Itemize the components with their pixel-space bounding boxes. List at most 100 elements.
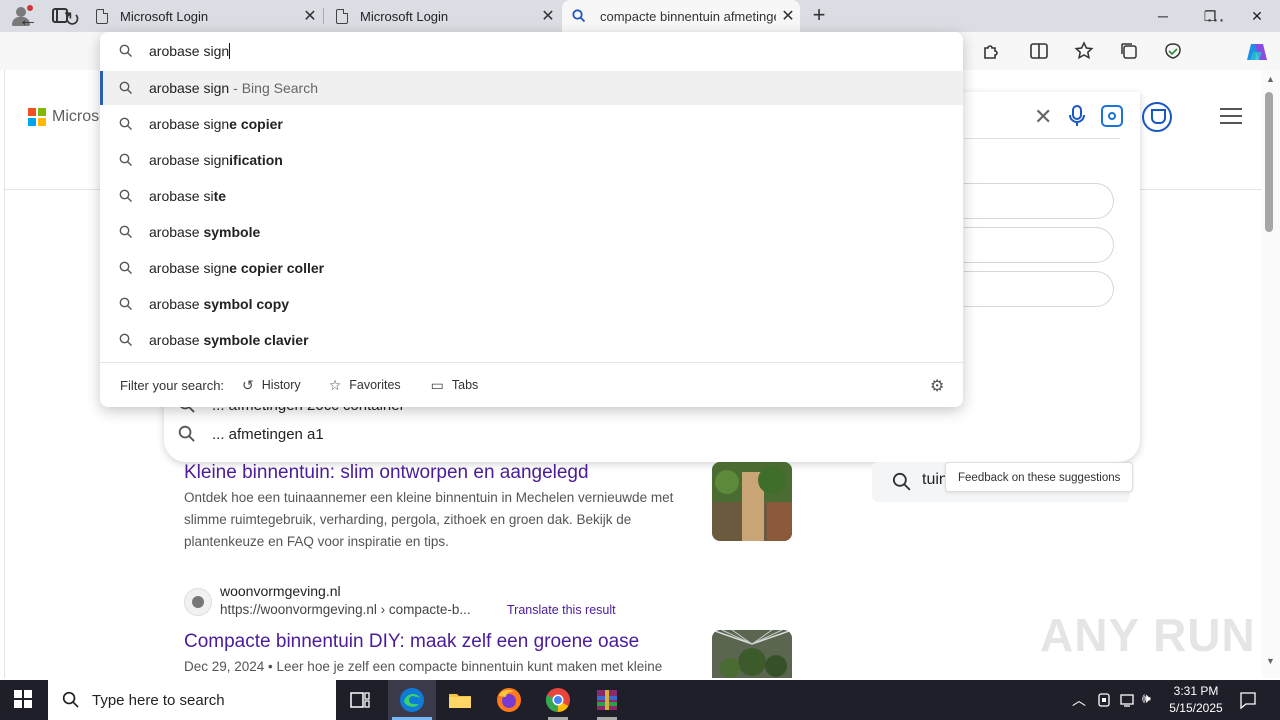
suggestion-item[interactable]: arobase si te xyxy=(100,179,963,213)
rewards-icon[interactable] xyxy=(1142,102,1172,132)
suggestion-pill[interactable] xyxy=(964,227,1114,263)
tab-compacte-binnentuin[interactable]: compacte binnentuin afmetingen ✕ xyxy=(562,0,800,32)
refresh-button[interactable]: ↻ xyxy=(59,7,85,33)
filter-label: Filter your search: xyxy=(120,377,225,393)
text-caret xyxy=(229,43,231,59)
suggestion-completion: symbole xyxy=(203,224,261,240)
extensions-icon[interactable] xyxy=(980,40,1002,62)
suggestion-prefix: arobase sign xyxy=(149,80,230,96)
suggestion-completion: symbol copy xyxy=(203,296,290,312)
collections-icon[interactable] xyxy=(1118,40,1140,62)
suggestion-completion: e copier xyxy=(229,116,283,132)
tab-title: compacte binnentuin afmetingen xyxy=(600,8,776,24)
suggestion-prefix: arobase si xyxy=(149,188,214,204)
suggestion-pill[interactable] xyxy=(964,183,1114,219)
new-tab-button[interactable]: + xyxy=(808,4,830,28)
result-title-link[interactable]: Kleine binnentuin: slim ontworpen en aan… xyxy=(184,462,589,484)
scroll-up-arrow[interactable]: ▲ xyxy=(1266,74,1275,84)
microsoft-logo-icon xyxy=(28,108,46,126)
network-icon[interactable] xyxy=(1119,692,1137,708)
result-title-link[interactable]: Compacte binnentuin DIY: maak zelf een g… xyxy=(184,631,639,653)
tab-title: Microsoft Login xyxy=(360,8,449,24)
volume-icon[interactable]: 🕪 xyxy=(1142,690,1151,707)
close-icon[interactable]: ✕ xyxy=(298,6,322,26)
device-icon[interactable] xyxy=(1096,692,1112,708)
address-bar-suggestions: arobase sign arobase sign - Bing Search a… xyxy=(100,32,963,407)
search-icon xyxy=(892,472,911,491)
search-icon xyxy=(119,117,132,130)
result-snippet: Ontdek hoe een tuinaannemer een kleine b… xyxy=(184,490,674,549)
page-icon xyxy=(96,8,108,24)
filter-history-button[interactable]: ↺ History xyxy=(242,377,301,394)
firefox-icon[interactable] xyxy=(495,686,523,714)
result-url[interactable]: https://woonvormgeving.nl › compacte-b..… xyxy=(220,602,471,617)
search-icon xyxy=(119,225,132,238)
result-thumbnail[interactable] xyxy=(712,630,792,678)
taskbar-search-box[interactable]: Type here to search xyxy=(48,680,336,720)
hamburger-menu-icon[interactable] xyxy=(1220,108,1242,124)
address-bar-input[interactable]: arobase sign xyxy=(100,32,963,70)
page-icon xyxy=(336,8,348,24)
suggestion-item[interactable]: arobase symbole clavier xyxy=(100,323,963,357)
more-options-icon[interactable]: ⋯ xyxy=(1203,7,1229,33)
clear-search-icon[interactable]: ✕ xyxy=(1034,104,1052,130)
globe-icon xyxy=(184,588,212,616)
close-icon[interactable]: ✕ xyxy=(536,6,560,26)
suggestion-pill[interactable] xyxy=(964,271,1114,307)
filter-favorites-button[interactable]: ☆ Favorites xyxy=(329,377,401,394)
search-icon xyxy=(119,297,132,310)
result-thumbnail[interactable] xyxy=(712,462,792,541)
search-icon xyxy=(119,189,132,202)
microphone-icon[interactable] xyxy=(1068,104,1086,128)
star-icon: ☆ xyxy=(328,376,342,393)
suggestion-item[interactable]: arobase sign e copier coller xyxy=(100,251,963,285)
suggestion-prefix: arobase sign xyxy=(149,260,230,276)
back-button[interactable]: ← xyxy=(15,7,41,33)
typed-query: arobase sign xyxy=(149,43,230,59)
visual-search-icon[interactable] xyxy=(1101,105,1123,127)
scroll-down-arrow[interactable]: ▼ xyxy=(1266,656,1275,666)
chrome-icon[interactable] xyxy=(544,686,572,714)
close-window-button[interactable]: ✕ xyxy=(1234,0,1280,32)
search-icon xyxy=(572,9,586,23)
minimize-button[interactable]: ─ xyxy=(1140,0,1186,32)
filter-bar: Filter your search: ↺ History ☆ Favorite… xyxy=(120,375,950,395)
tab-microsoft-login-1[interactable]: Microsoft Login ✕ xyxy=(86,0,322,32)
windows-start-icon[interactable] xyxy=(14,690,32,708)
copilot-icon[interactable] xyxy=(1244,39,1270,65)
result-site-name: woonvormgeving.nl xyxy=(220,583,341,599)
suggestion-completion: ification xyxy=(229,152,283,168)
search-icon xyxy=(119,153,132,166)
tab-title: Microsoft Login xyxy=(120,8,209,24)
file-explorer-icon[interactable] xyxy=(446,686,474,714)
suggestion-item[interactable]: arobase sign - Bing Search xyxy=(100,71,963,105)
system-clock[interactable]: 3:31 PM 5/15/2025 xyxy=(1166,683,1226,717)
filter-tabs-button[interactable]: ▭ Tabs xyxy=(431,377,479,394)
scrollbar-thumb[interactable] xyxy=(1265,92,1273,232)
suggestion-prefix: arobase xyxy=(149,224,204,240)
suggestion-completion: te xyxy=(213,188,227,204)
tab-microsoft-login-2[interactable]: Microsoft Login ✕ xyxy=(326,0,560,32)
settings-gear-icon[interactable]: ⚙ xyxy=(930,376,944,396)
notifications-icon[interactable] xyxy=(1238,690,1258,710)
browser-essentials-icon[interactable] xyxy=(1162,40,1184,62)
suggestion-item[interactable]: arobase symbol copy xyxy=(100,287,963,321)
edge-icon[interactable] xyxy=(398,686,426,714)
winrar-icon[interactable] xyxy=(593,686,621,714)
close-icon[interactable]: ✕ xyxy=(776,6,800,26)
suggestion-prefix: arobase xyxy=(149,332,204,348)
bing-suggestion-row[interactable]: ... afmetingen a1 xyxy=(178,425,324,443)
suggestion-prefix: arobase sign xyxy=(149,116,230,132)
suggestion-completion: e copier coller xyxy=(229,260,325,276)
filter-history-label: History xyxy=(261,378,301,392)
suggestion-item[interactable]: arobase symbole xyxy=(100,215,963,249)
task-view-icon[interactable] xyxy=(346,686,374,714)
suggestion-item[interactable]: arobase sign e copier xyxy=(100,107,963,141)
suggestion-item[interactable]: arobase sign ification xyxy=(100,143,963,177)
split-screen-icon[interactable] xyxy=(1028,40,1050,62)
favorites-icon[interactable] xyxy=(1073,40,1095,62)
translate-link[interactable]: Translate this result xyxy=(507,603,616,617)
feedback-button[interactable]: Feedback on these suggestions xyxy=(945,462,1134,492)
chevron-up-icon[interactable]: ︿ xyxy=(1072,690,1086,710)
search-icon xyxy=(62,691,79,708)
